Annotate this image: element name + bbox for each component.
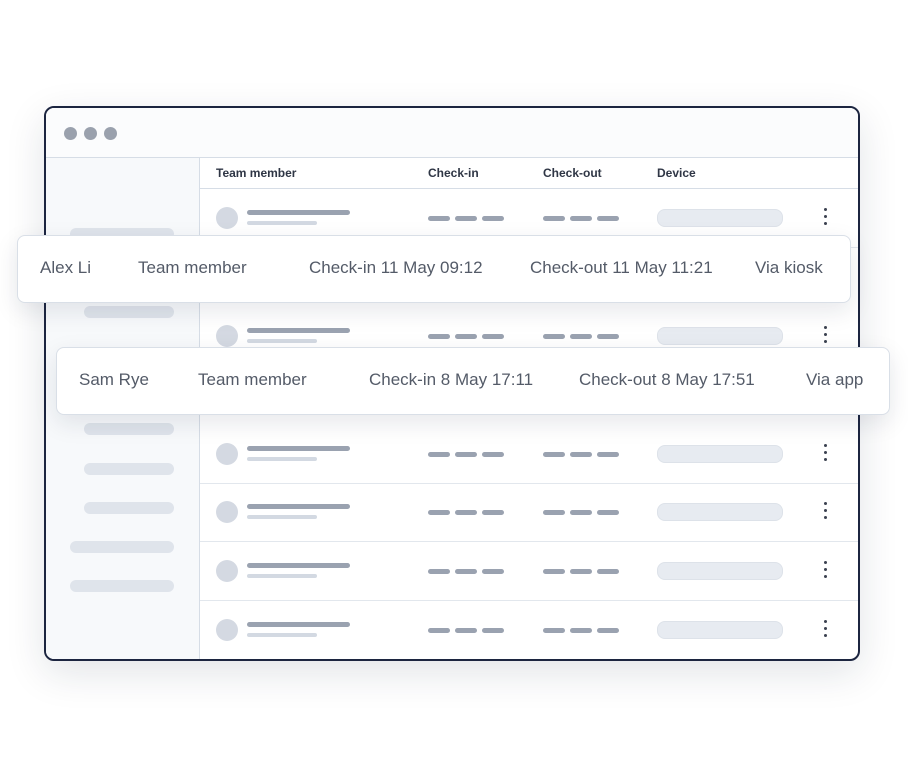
checkin-placeholder [482,452,504,457]
card-checkin: Check-in 8 May 17:11 [369,370,534,389]
avatar [216,560,238,582]
sidebar-item[interactable] [84,306,174,318]
checkin-placeholder [482,334,504,339]
checkin-placeholder [455,510,477,515]
checkout-placeholder [543,569,565,574]
checkout-placeholder [597,628,619,633]
member-name-placeholder [247,504,350,509]
checkout-placeholder [543,628,565,633]
member-name-placeholder [247,446,350,451]
checkout-placeholder [597,216,619,221]
card-member-role: Team member [198,370,307,389]
card-checkout: Check-out 8 May 17:51 [579,370,755,389]
sidebar-item[interactable] [84,423,174,435]
column-header-device[interactable]: Device [657,166,696,180]
member-name-placeholder [247,210,350,215]
column-header-checkout[interactable]: Check-out [543,166,602,180]
attendance-card[interactable]: Sam Rye Team member Check-in 8 May 17:11… [56,347,890,415]
checkin-placeholder [482,569,504,574]
checkout-placeholder [597,452,619,457]
device-placeholder [657,503,783,521]
member-name-placeholder [247,328,350,333]
member-name-placeholder [247,563,350,568]
avatar [216,443,238,465]
checkout-placeholder [570,510,592,515]
checkout-placeholder [570,569,592,574]
checkin-placeholder [428,510,450,515]
table-row[interactable] [200,483,858,542]
device-placeholder [657,327,783,345]
sidebar-item[interactable] [84,502,174,514]
more-vertical-icon[interactable] [820,326,830,346]
column-header-checkin[interactable]: Check-in [428,166,479,180]
checkout-placeholder [597,510,619,515]
checkin-placeholder [482,510,504,515]
card-checkout: Check-out 11 May 11:21 [530,258,713,277]
checkout-placeholder [543,216,565,221]
more-vertical-icon[interactable] [820,561,830,581]
column-header-member[interactable]: Team member [216,166,296,180]
avatar [216,325,238,347]
sidebar-item[interactable] [70,541,174,553]
device-placeholder [657,445,783,463]
window-dot-icon[interactable] [104,127,117,140]
more-vertical-icon[interactable] [820,620,830,640]
table-row[interactable] [200,601,858,659]
member-role-placeholder [247,339,317,343]
checkin-placeholder [455,569,477,574]
card-checkin: Check-in 11 May 09:12 [309,258,483,277]
device-placeholder [657,209,783,227]
member-role-placeholder [247,633,317,637]
checkout-placeholder [570,452,592,457]
member-name-placeholder [247,622,350,627]
checkin-placeholder [455,334,477,339]
member-role-placeholder [247,515,317,519]
member-role-placeholder [247,221,317,225]
checkout-placeholder [570,628,592,633]
checkout-placeholder [543,452,565,457]
card-member-name: Sam Rye [79,370,149,389]
window-titlebar [46,108,858,158]
sidebar-item[interactable] [84,463,174,475]
card-device: Via kiosk [755,258,823,277]
attendance-card[interactable]: Alex Li Team member Check-in 11 May 09:1… [17,235,851,303]
checkin-placeholder [428,216,450,221]
member-role-placeholder [247,457,317,461]
checkin-placeholder [428,452,450,457]
checkout-placeholder [543,334,565,339]
checkout-placeholder [570,334,592,339]
window-dot-icon[interactable] [64,127,77,140]
checkout-placeholder [543,510,565,515]
avatar [216,501,238,523]
checkout-placeholder [597,569,619,574]
table-row[interactable] [200,425,858,484]
card-member-name: Alex Li [40,258,92,277]
card-device: Via app [806,370,864,389]
checkin-placeholder [455,216,477,221]
checkin-placeholder [428,334,450,339]
more-vertical-icon[interactable] [820,444,830,464]
sidebar-item[interactable] [70,580,174,592]
more-vertical-icon[interactable] [820,502,830,522]
avatar [216,207,238,229]
member-role-placeholder [247,574,317,578]
table-row[interactable] [200,542,858,601]
table-header: Team member Check-in Check-out Device [200,158,858,189]
checkin-placeholder [455,452,477,457]
checkin-placeholder [455,628,477,633]
checkout-placeholder [570,216,592,221]
checkout-placeholder [597,334,619,339]
card-member-role: Team member [138,258,247,277]
device-placeholder [657,621,783,639]
device-placeholder [657,562,783,580]
checkin-placeholder [428,628,450,633]
checkin-placeholder [428,569,450,574]
window-dot-icon[interactable] [84,127,97,140]
avatar [216,619,238,641]
checkin-placeholder [482,216,504,221]
checkin-placeholder [482,628,504,633]
more-vertical-icon[interactable] [820,208,830,228]
